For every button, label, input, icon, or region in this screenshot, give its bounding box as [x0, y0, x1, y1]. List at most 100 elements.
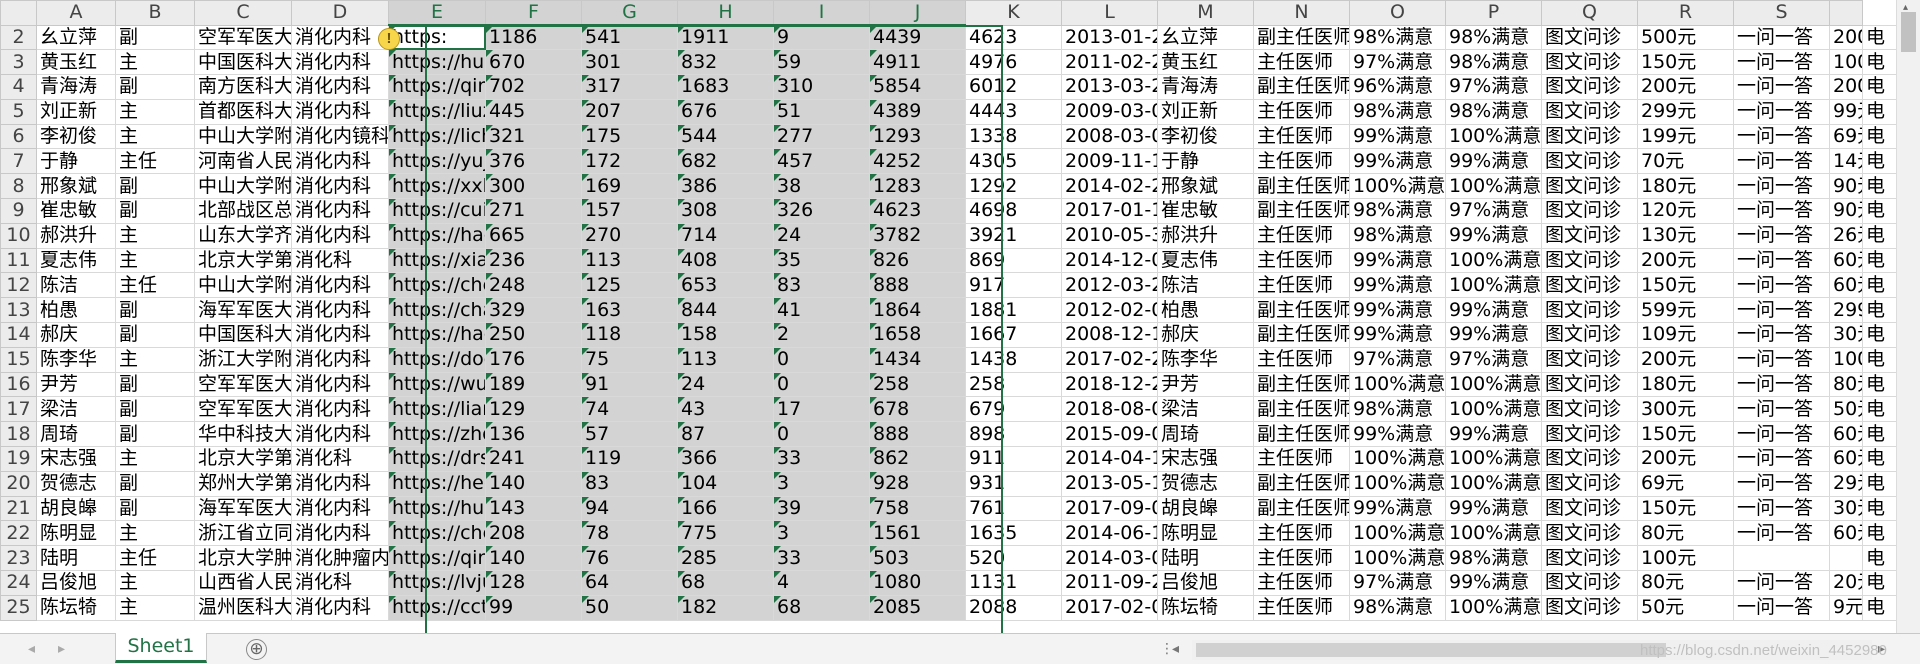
column-header-j[interactable]: J [869, 0, 966, 26]
cell-f[interactable]: 445 [485, 98, 582, 125]
cell-q[interactable]: 图文问诊 [1541, 198, 1638, 224]
cell-l[interactable]: 2008-03-0 [1061, 123, 1158, 150]
cell-n[interactable]: 副主任医师 [1253, 371, 1350, 398]
cell-s[interactable]: 一问一答 [1733, 123, 1830, 150]
cell-e[interactable]: https://lian [388, 396, 486, 423]
cell-g[interactable]: 113 [581, 247, 678, 274]
cell-k[interactable]: 898 [965, 421, 1062, 448]
cell-l[interactable]: 2014-06-1 [1061, 520, 1158, 547]
cell-r[interactable]: 200元 [1637, 247, 1734, 274]
cell-d[interactable]: 消化内科 [291, 198, 389, 224]
cell-o[interactable]: 97%满意 [1349, 346, 1446, 373]
cell-b[interactable]: 主 [115, 520, 195, 547]
cell-k[interactable]: 679 [965, 396, 1062, 423]
cell-k[interactable]: 911 [965, 446, 1062, 472]
cell-r[interactable]: 150元 [1637, 421, 1734, 448]
cell-s[interactable]: 一问一答 [1733, 346, 1830, 373]
cell-h[interactable]: 1911 [677, 24, 774, 51]
cell-q[interactable]: 图文问诊 [1541, 222, 1638, 249]
column-header-n[interactable]: N [1253, 0, 1350, 26]
cell-r[interactable]: 150元 [1637, 49, 1734, 76]
cell-r[interactable]: 180元 [1637, 173, 1734, 200]
cell-h[interactable]: 408 [677, 247, 774, 274]
row-header[interactable]: 11 [0, 247, 37, 274]
cell-h[interactable]: 1683 [677, 74, 774, 100]
cell-partial[interactable]: 30元 [1829, 495, 1863, 522]
cell-e[interactable]: https://wuy [388, 371, 486, 398]
cell-i[interactable]: 33 [773, 545, 870, 572]
cell-h[interactable]: 366 [677, 446, 774, 472]
column-header-h[interactable]: H [677, 0, 774, 26]
cell-n[interactable]: 副主任医师 [1253, 74, 1350, 100]
cell-i[interactable]: 35 [773, 247, 870, 274]
cell-c[interactable]: 浙江省立同 [194, 520, 292, 547]
cell-e[interactable]: https://drs [388, 446, 486, 472]
cell-l[interactable]: 2015-09-0 [1061, 421, 1158, 448]
cell-h[interactable]: 285 [677, 545, 774, 572]
cell-m[interactable]: 幺立萍 [1157, 24, 1254, 51]
cell-table[interactable]: ABCDEFGHIJKLMNOPQRS 2 幺立萍副空军军医大 消化内科 https:… [0, 0, 1920, 621]
cell-k[interactable]: 931 [965, 470, 1062, 497]
cell-c[interactable]: 中国医科大 [194, 322, 292, 348]
cell-f[interactable]: 241 [485, 446, 582, 472]
cell-b[interactable]: 主 [115, 98, 195, 125]
cell-j[interactable]: 1561 [869, 520, 966, 547]
cell-partial[interactable]: 60元 [1829, 520, 1863, 547]
cell-q[interactable]: 图文问诊 [1541, 322, 1638, 348]
cell-r[interactable]: 70元 [1637, 148, 1734, 175]
cell-h[interactable]: 653 [677, 272, 774, 299]
cell-l[interactable]: 2012-03-2 [1061, 272, 1158, 299]
cell-q[interactable]: 图文问诊 [1541, 74, 1638, 100]
cell-m[interactable]: 李初俊 [1157, 123, 1254, 150]
cell-g[interactable]: 76 [581, 545, 678, 572]
cell-d[interactable]: 消化内科 [291, 49, 389, 76]
column-header-d[interactable]: D [291, 0, 389, 26]
cell-f[interactable]: 376 [485, 148, 582, 175]
cell-k[interactable]: 258 [965, 371, 1062, 398]
cell-i[interactable]: 0 [773, 421, 870, 448]
cell-g[interactable]: 301 [581, 49, 678, 76]
cell-r[interactable]: 80元 [1637, 570, 1734, 596]
cell-r[interactable]: 299元 [1637, 98, 1734, 125]
cell-c[interactable]: 首都医科大 [194, 98, 292, 125]
cell-o[interactable]: 98%满意 [1349, 198, 1446, 224]
cell-h[interactable]: 68 [677, 570, 774, 596]
cell-f[interactable]: 702 [485, 74, 582, 100]
cell-g[interactable]: 175 [581, 123, 678, 150]
select-all-corner[interactable] [0, 0, 37, 26]
row-header[interactable]: 8 [0, 173, 37, 200]
cell-s[interactable]: 一问一答 [1733, 594, 1830, 621]
cell-a[interactable]: 刘正新 [36, 98, 116, 125]
cell-s[interactable]: 一问一答 [1733, 322, 1830, 348]
cell-f[interactable]: 136 [485, 421, 582, 448]
column-header-o[interactable]: O [1349, 0, 1446, 26]
cell-i[interactable]: 4 [773, 570, 870, 596]
cell-h[interactable]: 166 [677, 495, 774, 522]
row-header[interactable]: 2 [0, 24, 37, 51]
cell-h[interactable]: 182 [677, 594, 774, 621]
row-header[interactable]: 15 [0, 346, 37, 373]
column-header-i[interactable]: I [773, 0, 870, 26]
cell-f[interactable]: 129 [485, 396, 582, 423]
cell-j[interactable]: 1293 [869, 123, 966, 150]
cell-r[interactable]: 150元 [1637, 272, 1734, 299]
cell-o[interactable]: 100%满意 [1349, 173, 1446, 200]
cell-l[interactable]: 2013-05-1 [1061, 470, 1158, 497]
row-header[interactable]: 18 [0, 421, 37, 448]
cell-b[interactable]: 副 [115, 24, 195, 51]
cell-b[interactable]: 副 [115, 396, 195, 423]
cell-j[interactable]: 1283 [869, 173, 966, 200]
cell-o[interactable]: 98%满意 [1349, 222, 1446, 249]
cell-m[interactable]: 青海涛 [1157, 74, 1254, 100]
cell-a[interactable]: 胡良皞 [36, 495, 116, 522]
cell-s[interactable]: 一问一答 [1733, 470, 1830, 497]
cell-n[interactable]: 副主任医师 [1253, 322, 1350, 348]
cell-p[interactable]: 98%满意 [1445, 49, 1542, 76]
cell-k[interactable]: 4698 [965, 198, 1062, 224]
cell-i[interactable]: 326 [773, 198, 870, 224]
cell-h[interactable]: 113 [677, 346, 774, 373]
cell-j[interactable]: 826 [869, 247, 966, 274]
cell-l[interactable]: 2017-02-0 [1061, 594, 1158, 621]
column-header-q[interactable]: Q [1541, 0, 1638, 26]
cell-g[interactable]: 541 [581, 24, 678, 51]
